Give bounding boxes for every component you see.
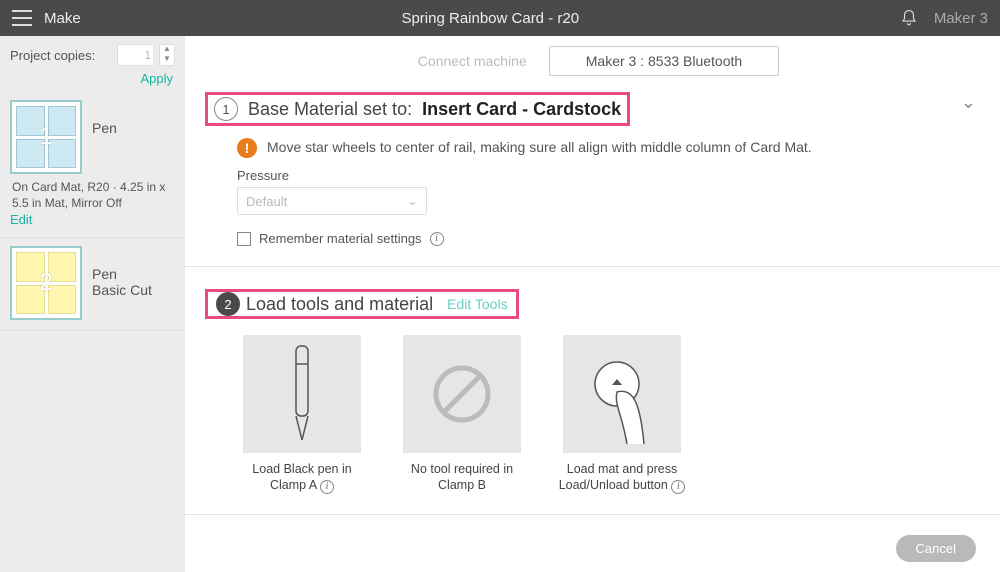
warning-text: Move star wheels to center of rail, maki… — [267, 138, 812, 156]
step-2-section: 2 Load tools and material Edit Tools — [185, 285, 1000, 515]
pressure-select[interactable]: Default ⌄ — [237, 187, 427, 215]
pen-icon — [243, 335, 361, 453]
mat-thumbnail-2: 2 — [10, 246, 82, 320]
mat-number: 2 — [39, 269, 52, 297]
tools-row: Load Black pen in Clamp A i No tool requ… — [205, 323, 940, 494]
cancel-button[interactable]: Cancel — [896, 535, 976, 562]
main-panel: Connect machine Maker 3 : 8533 Bluetooth… — [185, 36, 1000, 572]
device-label: Maker 3 — [934, 10, 988, 27]
chevron-down-icon[interactable]: ⌄ — [961, 92, 976, 113]
tool-caption: No tool required in Clamp B — [397, 461, 527, 494]
copies-label: Project copies: — [10, 48, 111, 63]
main-header: Connect machine Maker 3 : 8533 Bluetooth — [185, 36, 1000, 88]
mat-ops: Pen — [92, 100, 117, 136]
tool-caption: Load mat and press Load/Unload button i — [557, 461, 687, 494]
remember-row: Remember material settings i — [205, 215, 940, 246]
chevron-down-icon: ⌄ — [407, 193, 418, 209]
step-1-title: Base Material set to: Insert Card - Card… — [248, 99, 621, 120]
step-1-header[interactable]: 1 Base Material set to: Insert Card - Ca… — [205, 88, 940, 130]
project-title: Spring Rainbow Card - r20 — [81, 10, 900, 27]
warning-row: ! Move star wheels to center of rail, ma… — [205, 130, 845, 168]
info-icon[interactable]: i — [320, 480, 334, 494]
apply-button[interactable]: Apply — [140, 71, 173, 86]
mat-caption: On Card Mat, R20 · 4.25 in x 5.5 in Mat,… — [10, 174, 175, 211]
mat-item-2[interactable]: 2 Pen Basic Cut — [0, 238, 185, 331]
step-1-highlight: 1 Base Material set to: Insert Card - Ca… — [205, 92, 630, 126]
mat-ops: Pen Basic Cut — [92, 246, 152, 298]
copies-spinner[interactable]: ▲▼ — [159, 44, 175, 66]
mat-number: 1 — [39, 123, 52, 151]
remember-checkbox[interactable] — [237, 232, 251, 246]
copies-input[interactable] — [117, 44, 153, 66]
step-2-header: 2 Load tools and material Edit Tools — [205, 285, 940, 323]
mat-thumbnail-1: 1 — [10, 100, 82, 174]
topbar: Make Spring Rainbow Card - r20 Maker 3 — [0, 0, 1000, 36]
step-number-2: 2 — [216, 292, 240, 316]
step-1-section: 1 Base Material set to: Insert Card - Ca… — [185, 88, 1000, 267]
tool-clamp-b: No tool required in Clamp B — [397, 335, 527, 494]
step-number-1: 1 — [214, 97, 238, 121]
connect-machine-link[interactable]: Connect machine — [406, 47, 539, 75]
tool-clamp-a: Load Black pen in Clamp A i — [237, 335, 367, 494]
edit-mat-link[interactable]: Edit — [10, 212, 32, 227]
no-tool-icon — [403, 335, 521, 453]
bell-icon[interactable] — [900, 9, 918, 27]
warning-icon: ! — [237, 138, 257, 158]
load-button-icon — [563, 335, 681, 453]
info-icon[interactable]: i — [671, 480, 685, 494]
mat-item-1[interactable]: 1 Pen On Card Mat, R20 · 4.25 in x 5.5 i… — [0, 92, 185, 238]
tool-load-mat: Load mat and press Load/Unload button i — [557, 335, 687, 494]
tool-caption: Load Black pen in Clamp A i — [237, 461, 367, 494]
copies-row: Project copies: ▲▼ — [0, 36, 185, 70]
sidebar: Project copies: ▲▼ Apply 1 Pen On Card M… — [0, 36, 185, 572]
pressure-label: Pressure — [237, 168, 940, 183]
machine-selector[interactable]: Maker 3 : 8533 Bluetooth — [549, 46, 779, 76]
menu-icon[interactable] — [12, 10, 32, 26]
info-icon[interactable]: i — [430, 232, 444, 246]
step-2-title: Load tools and material — [246, 294, 433, 315]
edit-tools-link[interactable]: Edit Tools — [447, 296, 507, 312]
brand-label: Make — [44, 10, 81, 27]
step-2-highlight: 2 Load tools and material Edit Tools — [205, 289, 519, 319]
remember-label: Remember material settings — [259, 231, 422, 246]
